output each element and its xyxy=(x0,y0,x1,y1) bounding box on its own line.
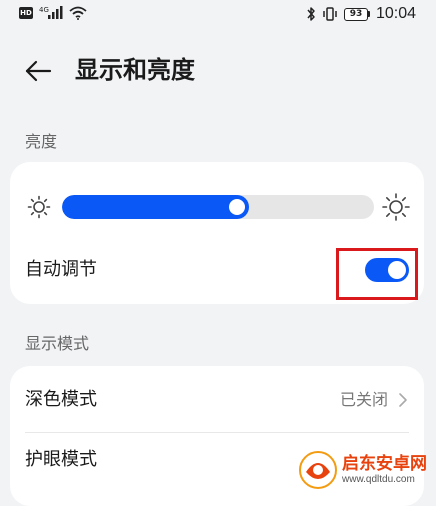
section-label-brightness: 亮度 xyxy=(25,132,58,151)
brightness-slider-thumb[interactable] xyxy=(229,199,245,215)
bluetooth-icon xyxy=(307,7,315,21)
hd-icon: HD xyxy=(19,7,33,19)
sun-small-icon xyxy=(27,195,51,219)
dark-mode-row[interactable]: 深色模式 已关闭 xyxy=(10,368,424,433)
chevron-right-icon xyxy=(399,393,407,407)
auto-adjust-row[interactable]: 自动调节 xyxy=(10,246,424,300)
auto-adjust-toggle[interactable] xyxy=(365,258,409,282)
brightness-slider-fill xyxy=(62,195,249,219)
toggle-knob xyxy=(388,261,406,279)
watermark-logo-icon xyxy=(299,451,337,489)
vibrate-icon xyxy=(323,7,337,21)
battery-icon: 93 xyxy=(343,7,370,21)
watermark-url: www.qdltdu.com xyxy=(342,474,415,485)
section-label-display-mode: 显示模式 xyxy=(25,334,90,353)
dark-mode-value: 已关闭 xyxy=(339,390,388,409)
status-bar-right: 93 10:04 xyxy=(306,5,416,23)
status-bar-left: HD 4G xyxy=(19,6,87,20)
signal-icon: 4G xyxy=(39,6,63,19)
page-header: 显示和亮度 xyxy=(0,48,436,96)
status-bar: HD 4G 93 10:04 xyxy=(0,0,436,34)
status-time: 10:04 xyxy=(375,5,416,22)
dark-mode-label: 深色模式 xyxy=(25,389,97,410)
sun-large-icon xyxy=(382,193,410,221)
auto-adjust-label: 自动调节 xyxy=(25,259,97,280)
brightness-slider[interactable] xyxy=(62,195,374,219)
eye-comfort-label: 护眼模式 xyxy=(25,449,97,470)
brightness-row xyxy=(10,190,424,224)
page-title: 显示和亮度 xyxy=(75,56,195,84)
battery-level: 93 xyxy=(343,7,368,21)
signal-label: 4G xyxy=(39,6,49,14)
arrow-left-icon xyxy=(25,60,52,82)
brightness-card: 自动调节 xyxy=(10,162,424,304)
watermark-text: 启东安卓网 www.qdltdu.com xyxy=(342,454,427,486)
wifi-icon xyxy=(69,6,87,20)
watermark: 启东安卓网 www.qdltdu.com xyxy=(298,448,432,492)
watermark-name: 启东安卓网 xyxy=(342,454,427,474)
back-button[interactable] xyxy=(20,56,56,86)
